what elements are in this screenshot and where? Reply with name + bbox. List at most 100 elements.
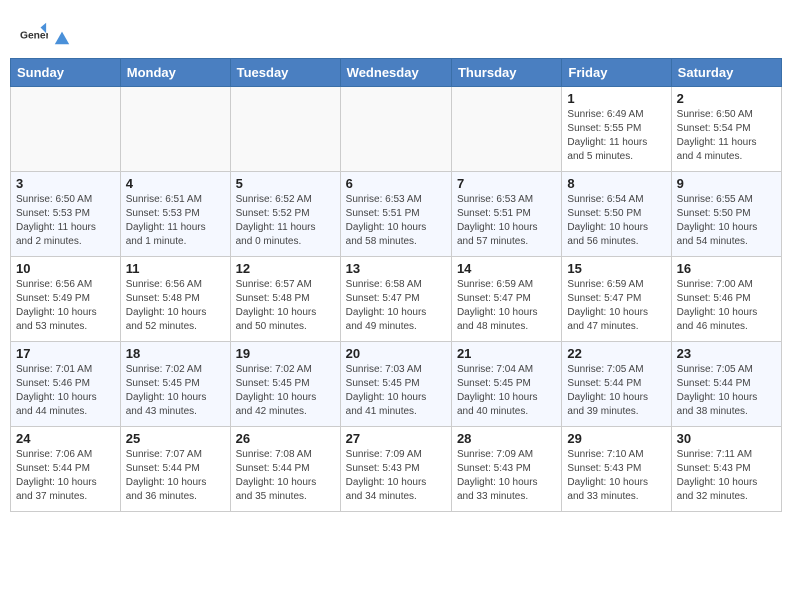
weekday-friday: Friday (562, 59, 671, 87)
calendar-cell (120, 87, 230, 172)
calendar-cell: 27Sunrise: 7:09 AM Sunset: 5:43 PM Dayli… (340, 427, 451, 512)
calendar-cell: 19 Sunrise: 7:02 AM Sunset: 5:45 PM Dayli… (230, 342, 340, 427)
weekday-thursday: Thursday (451, 59, 561, 87)
day-number: 17 (16, 346, 115, 361)
day-number: 28 (457, 431, 556, 446)
day-info: Sunrise: 6:53 AM Sunset: 5:51 PM Dayligh… (346, 193, 446, 249)
day-info: Sunrise: 6:59 AM Sunset: 5:47 PM Dayligh… (567, 278, 665, 334)
logo-icon: General (20, 20, 48, 48)
day-number: 6 (346, 176, 446, 191)
weekday-saturday: Saturday (671, 59, 781, 87)
day-info: Sunrise: 6:50 AM Sunset: 5:53 PM Dayligh… (16, 193, 115, 249)
calendar-cell: 6 Sunrise: 6:53 AM Sunset: 5:51 PM Daylig… (340, 172, 451, 257)
day-number: 19 (236, 346, 335, 361)
day-info: Sunrise: 7:09 AM Sunset: 5:43 PM Dayligh… (457, 448, 556, 504)
day-number: 9 (677, 176, 776, 191)
week-row-1: 1 Sunrise: 6:49 AM Sunset: 5:55 PM Daylig… (11, 87, 782, 172)
day-number: 25 (126, 431, 225, 446)
week-row-5: 24Sunrise: 7:06 AM Sunset: 5:44 PM Dayli… (11, 427, 782, 512)
weekday-header-row: SundayMondayTuesdayWednesdayThursdayFrid… (11, 59, 782, 87)
calendar-cell: 12 Sunrise: 6:57 AM Sunset: 5:48 PM Dayli… (230, 257, 340, 342)
calendar-cell (11, 87, 121, 172)
calendar-cell: 30 Sunrise: 7:11 AM Sunset: 5:43 PM Dayli… (671, 427, 781, 512)
day-info: Sunrise: 6:51 AM Sunset: 5:53 PM Dayligh… (126, 193, 225, 249)
day-info: Sunrise: 7:08 AM Sunset: 5:44 PM Dayligh… (236, 448, 335, 504)
day-info: Sunrise: 7:11 AM Sunset: 5:43 PM Dayligh… (677, 448, 776, 504)
svg-text:General: General (20, 31, 48, 42)
calendar-cell: 24Sunrise: 7:06 AM Sunset: 5:44 PM Dayli… (11, 427, 121, 512)
weekday-wednesday: Wednesday (340, 59, 451, 87)
page-header: General (10, 10, 782, 53)
day-info: Sunrise: 6:55 AM Sunset: 5:50 PM Dayligh… (677, 193, 776, 249)
weekday-monday: Monday (120, 59, 230, 87)
calendar-cell: 23 Sunrise: 7:05 AM Sunset: 5:44 PM Dayli… (671, 342, 781, 427)
day-info: Sunrise: 7:03 AM Sunset: 5:45 PM Dayligh… (346, 363, 446, 419)
week-row-2: 3Sunrise: 6:50 AM Sunset: 5:53 PM Daylig… (11, 172, 782, 257)
calendar-cell: 7Sunrise: 6:53 AM Sunset: 5:51 PM Daylig… (451, 172, 561, 257)
day-number: 27 (346, 431, 446, 446)
day-number: 4 (126, 176, 225, 191)
calendar-cell: 22 Sunrise: 7:05 AM Sunset: 5:44 PM Dayli… (562, 342, 671, 427)
day-info: Sunrise: 7:05 AM Sunset: 5:44 PM Dayligh… (567, 363, 665, 419)
calendar-cell: 14 Sunrise: 6:59 AM Sunset: 5:47 PM Dayli… (451, 257, 561, 342)
calendar-cell: 3Sunrise: 6:50 AM Sunset: 5:53 PM Daylig… (11, 172, 121, 257)
day-number: 13 (346, 261, 446, 276)
day-number: 14 (457, 261, 556, 276)
calendar-cell: 18 Sunrise: 7:02 AM Sunset: 5:45 PM Dayli… (120, 342, 230, 427)
calendar-cell: 1 Sunrise: 6:49 AM Sunset: 5:55 PM Daylig… (562, 87, 671, 172)
calendar-cell: 10 Sunrise: 6:56 AM Sunset: 5:49 PM Dayli… (11, 257, 121, 342)
calendar-cell: 25 Sunrise: 7:07 AM Sunset: 5:44 PM Dayli… (120, 427, 230, 512)
day-number: 2 (677, 91, 776, 106)
day-number: 1 (567, 91, 665, 106)
day-number: 23 (677, 346, 776, 361)
calendar-cell: 8Sunrise: 6:54 AM Sunset: 5:50 PM Daylig… (562, 172, 671, 257)
day-info: Sunrise: 7:05 AM Sunset: 5:44 PM Dayligh… (677, 363, 776, 419)
calendar-cell: 5Sunrise: 6:52 AM Sunset: 5:52 PM Daylig… (230, 172, 340, 257)
calendar-cell: 16 Sunrise: 7:00 AM Sunset: 5:46 PM Dayli… (671, 257, 781, 342)
calendar-cell: 4 Sunrise: 6:51 AM Sunset: 5:53 PM Daylig… (120, 172, 230, 257)
day-number: 21 (457, 346, 556, 361)
calendar-cell (340, 87, 451, 172)
day-info: Sunrise: 6:53 AM Sunset: 5:51 PM Dayligh… (457, 193, 556, 249)
day-number: 10 (16, 261, 115, 276)
day-number: 24 (16, 431, 115, 446)
day-info: Sunrise: 6:57 AM Sunset: 5:48 PM Dayligh… (236, 278, 335, 334)
day-info: Sunrise: 6:56 AM Sunset: 5:49 PM Dayligh… (16, 278, 115, 334)
calendar-cell: 29Sunrise: 7:10 AM Sunset: 5:43 PM Dayli… (562, 427, 671, 512)
day-info: Sunrise: 6:58 AM Sunset: 5:47 PM Dayligh… (346, 278, 446, 334)
calendar-cell: 9 Sunrise: 6:55 AM Sunset: 5:50 PM Daylig… (671, 172, 781, 257)
day-number: 22 (567, 346, 665, 361)
calendar-cell: 15Sunrise: 6:59 AM Sunset: 5:47 PM Dayli… (562, 257, 671, 342)
day-info: Sunrise: 6:49 AM Sunset: 5:55 PM Dayligh… (567, 108, 665, 164)
day-info: Sunrise: 7:04 AM Sunset: 5:45 PM Dayligh… (457, 363, 556, 419)
calendar-cell: 17 Sunrise: 7:01 AM Sunset: 5:46 PM Dayli… (11, 342, 121, 427)
day-number: 20 (346, 346, 446, 361)
calendar-cell (451, 87, 561, 172)
day-info: Sunrise: 7:02 AM Sunset: 5:45 PM Dayligh… (236, 363, 335, 419)
logo: General (20, 20, 71, 48)
day-number: 5 (236, 176, 335, 191)
calendar-cell: 28 Sunrise: 7:09 AM Sunset: 5:43 PM Dayli… (451, 427, 561, 512)
weekday-tuesday: Tuesday (230, 59, 340, 87)
day-info: Sunrise: 7:00 AM Sunset: 5:46 PM Dayligh… (677, 278, 776, 334)
weekday-sunday: Sunday (11, 59, 121, 87)
calendar-cell (230, 87, 340, 172)
day-info: Sunrise: 6:56 AM Sunset: 5:48 PM Dayligh… (126, 278, 225, 334)
day-number: 8 (567, 176, 665, 191)
calendar-cell: 20 Sunrise: 7:03 AM Sunset: 5:45 PM Dayli… (340, 342, 451, 427)
day-number: 30 (677, 431, 776, 446)
day-number: 26 (236, 431, 335, 446)
day-info: Sunrise: 7:02 AM Sunset: 5:45 PM Dayligh… (126, 363, 225, 419)
day-number: 12 (236, 261, 335, 276)
calendar-table: SundayMondayTuesdayWednesdayThursdayFrid… (10, 58, 782, 512)
day-info: Sunrise: 7:07 AM Sunset: 5:44 PM Dayligh… (126, 448, 225, 504)
calendar-cell: 2 Sunrise: 6:50 AM Sunset: 5:54 PM Daylig… (671, 87, 781, 172)
day-number: 16 (677, 261, 776, 276)
calendar-cell: 13 Sunrise: 6:58 AM Sunset: 5:47 PM Dayli… (340, 257, 451, 342)
day-number: 18 (126, 346, 225, 361)
day-info: Sunrise: 7:01 AM Sunset: 5:46 PM Dayligh… (16, 363, 115, 419)
week-row-4: 17 Sunrise: 7:01 AM Sunset: 5:46 PM Dayli… (11, 342, 782, 427)
day-info: Sunrise: 6:50 AM Sunset: 5:54 PM Dayligh… (677, 108, 776, 164)
day-info: Sunrise: 7:10 AM Sunset: 5:43 PM Dayligh… (567, 448, 665, 504)
day-info: Sunrise: 6:59 AM Sunset: 5:47 PM Dayligh… (457, 278, 556, 334)
